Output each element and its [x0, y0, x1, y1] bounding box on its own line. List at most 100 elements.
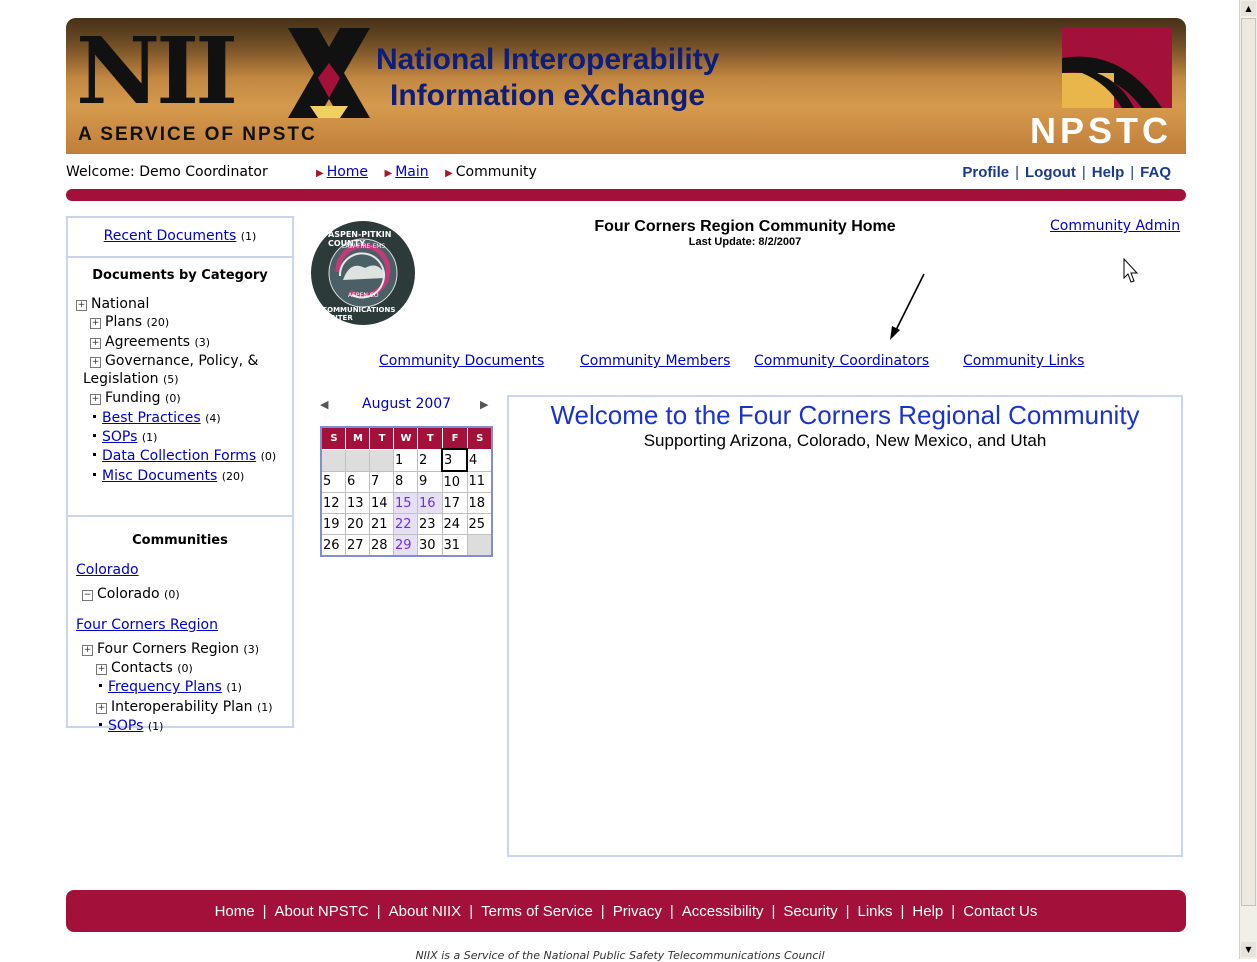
profile-link[interactable]: Profile	[962, 164, 1009, 181]
footer-separator: |	[469, 903, 474, 920]
footer-link[interactable]: Home	[215, 903, 255, 920]
footer-link[interactable]: Accessibility	[682, 903, 764, 920]
tree-agreements[interactable]: Agreements	[105, 334, 190, 350]
calendar-day[interactable]: 20	[345, 513, 370, 535]
calendar-month[interactable]: August 2007	[362, 396, 451, 412]
tree-interop-plan[interactable]: Interoperability Plan	[111, 699, 253, 715]
tree-national[interactable]: National	[91, 296, 149, 312]
tree-colorado[interactable]: Colorado	[97, 586, 160, 602]
calendar-day[interactable]: 18	[466, 492, 493, 514]
calendar-day[interactable]: 5	[320, 470, 346, 493]
tab-community-links[interactable]: Community Links	[963, 353, 1084, 369]
calendar-day[interactable]: 17	[441, 492, 468, 514]
calendar-day-header: S	[466, 426, 493, 450]
expand-icon[interactable]: +	[90, 394, 101, 406]
recent-documents-link[interactable]: Recent Documents	[104, 228, 237, 244]
tree-sops[interactable]: SOPs	[102, 429, 137, 445]
footer-link[interactable]: Contact Us	[963, 903, 1037, 920]
tab-community-members[interactable]: Community Members	[580, 353, 730, 369]
calendar: SMTWTFS 1 2 3 4 5 6 7 8 9 10 11 12 13 14 15 16 17 18 19 20 2…	[320, 426, 493, 557]
calendar-day[interactable]: 25	[466, 513, 493, 535]
expand-icon[interactable]: +	[96, 664, 107, 676]
calendar-day[interactable]: 28	[369, 534, 394, 557]
community-admin-link[interactable]: Community Admin	[1050, 218, 1180, 234]
calendar-day[interactable]: 7	[369, 470, 394, 493]
footer-separator: |	[600, 903, 605, 920]
calendar-day-header: F	[441, 426, 468, 450]
tree-contacts[interactable]: Contacts	[111, 660, 173, 676]
scroll-up-arrow-icon[interactable]: ▲	[1241, 1, 1256, 16]
calendar-day[interactable]: 9	[417, 470, 443, 493]
expand-icon[interactable]: +	[90, 356, 101, 368]
welcome-subtitle: Supporting Arizona, Colorado, New Mexico…	[643, 431, 1047, 450]
calendar-day[interactable]: 23	[417, 513, 443, 535]
banner-title-line1: National Interoperability	[376, 43, 720, 76]
recent-documents: Recent Documents (1)	[68, 218, 292, 258]
calendar-day[interactable]: 4	[466, 448, 493, 472]
tree-frequency-plans[interactable]: Frequency Plans	[108, 679, 222, 695]
calendar-day[interactable]: 21	[369, 513, 394, 535]
tree-governance-cont[interactable]: Legislation	[83, 371, 159, 387]
expand-icon[interactable]: +	[76, 300, 87, 311]
logo-text-city: ASPEN,CO	[348, 292, 379, 299]
calendar-day[interactable]: 2	[417, 448, 443, 472]
footer-link[interactable]: Links	[857, 903, 892, 920]
tree-misc[interactable]: Misc Documents	[102, 468, 217, 484]
tree-funding[interactable]: Funding	[105, 390, 161, 406]
footer-link[interactable]: Security	[783, 903, 837, 920]
breadcrumb-current: Community	[455, 164, 537, 180]
page-scrollbar[interactable]: ▲ ▼	[1239, 0, 1257, 959]
calendar-day[interactable]: 13	[345, 492, 370, 514]
faq-link[interactable]: FAQ	[1140, 164, 1171, 181]
footer-link[interactable]: About NIIX	[389, 903, 462, 920]
calendar-next-icon[interactable]: ▶	[480, 398, 488, 411]
scroll-down-arrow-icon[interactable]: ▼	[1241, 942, 1256, 957]
calendar-day[interactable]: 10	[441, 470, 468, 493]
calendar-day[interactable]: 6	[345, 470, 370, 493]
footer-link[interactable]: Terms of Service	[481, 903, 593, 920]
calendar-day[interactable]: 31	[441, 534, 468, 557]
expand-icon[interactable]: +	[90, 337, 101, 349]
calendar-day[interactable]: 11	[466, 470, 493, 493]
tree-data-collection[interactable]: Data Collection Forms	[102, 448, 256, 464]
calendar-day[interactable]: 24	[441, 513, 468, 535]
calendar-day[interactable]: 15	[393, 492, 418, 514]
footer-link[interactable]: Help	[912, 903, 943, 920]
help-link[interactable]: Help	[1092, 164, 1125, 181]
collapse-icon[interactable]: −	[82, 590, 93, 602]
tree-four-corners[interactable]: Four Corners Region	[97, 641, 239, 657]
tree-governance[interactable]: Governance, Policy, &	[105, 353, 258, 369]
logout-link[interactable]: Logout	[1025, 164, 1076, 181]
community-colorado-link[interactable]: Colorado	[76, 562, 139, 578]
bullet-icon	[93, 453, 96, 457]
site-banner: NII National Interoperability Informatio…	[66, 18, 1186, 154]
expand-icon[interactable]: +	[82, 644, 93, 656]
calendar-day[interactable]: 12	[320, 492, 346, 514]
calendar-day[interactable]: 14	[369, 492, 394, 514]
footer-link[interactable]: About NPSTC	[275, 903, 369, 920]
community-four-corners-link[interactable]: Four Corners Region	[76, 617, 218, 633]
tree-plans[interactable]: Plans	[105, 314, 142, 330]
calendar-day[interactable]: 16	[417, 492, 443, 514]
calendar-day[interactable]: 30	[417, 534, 443, 557]
npstc-logo-icon	[1062, 28, 1172, 108]
calendar-day[interactable]: 27	[345, 534, 370, 557]
scroll-thumb[interactable]	[1241, 18, 1256, 906]
calendar-day[interactable]: 22	[393, 513, 418, 535]
tree-fc-sops[interactable]: SOPs	[108, 718, 143, 734]
breadcrumb-home[interactable]: Home	[327, 164, 368, 180]
tab-community-coordinators[interactable]: Community Coordinators	[754, 353, 929, 369]
calendar-day[interactable]: 19	[320, 513, 346, 535]
expand-icon[interactable]: +	[96, 702, 107, 714]
footer-link[interactable]: Privacy	[613, 903, 662, 920]
calendar-day[interactable]: 3	[441, 448, 468, 472]
calendar-day[interactable]: 26	[320, 534, 346, 557]
calendar-day[interactable]: 8	[393, 470, 418, 493]
calendar-day[interactable]: 29	[393, 534, 418, 557]
calendar-prev-icon[interactable]: ◀	[320, 398, 328, 411]
expand-icon[interactable]: +	[90, 318, 101, 330]
breadcrumb-main[interactable]: Main	[395, 164, 428, 180]
tree-best-practices[interactable]: Best Practices	[102, 410, 201, 426]
calendar-day[interactable]: 1	[393, 448, 418, 472]
tab-community-documents[interactable]: Community Documents	[379, 353, 544, 369]
